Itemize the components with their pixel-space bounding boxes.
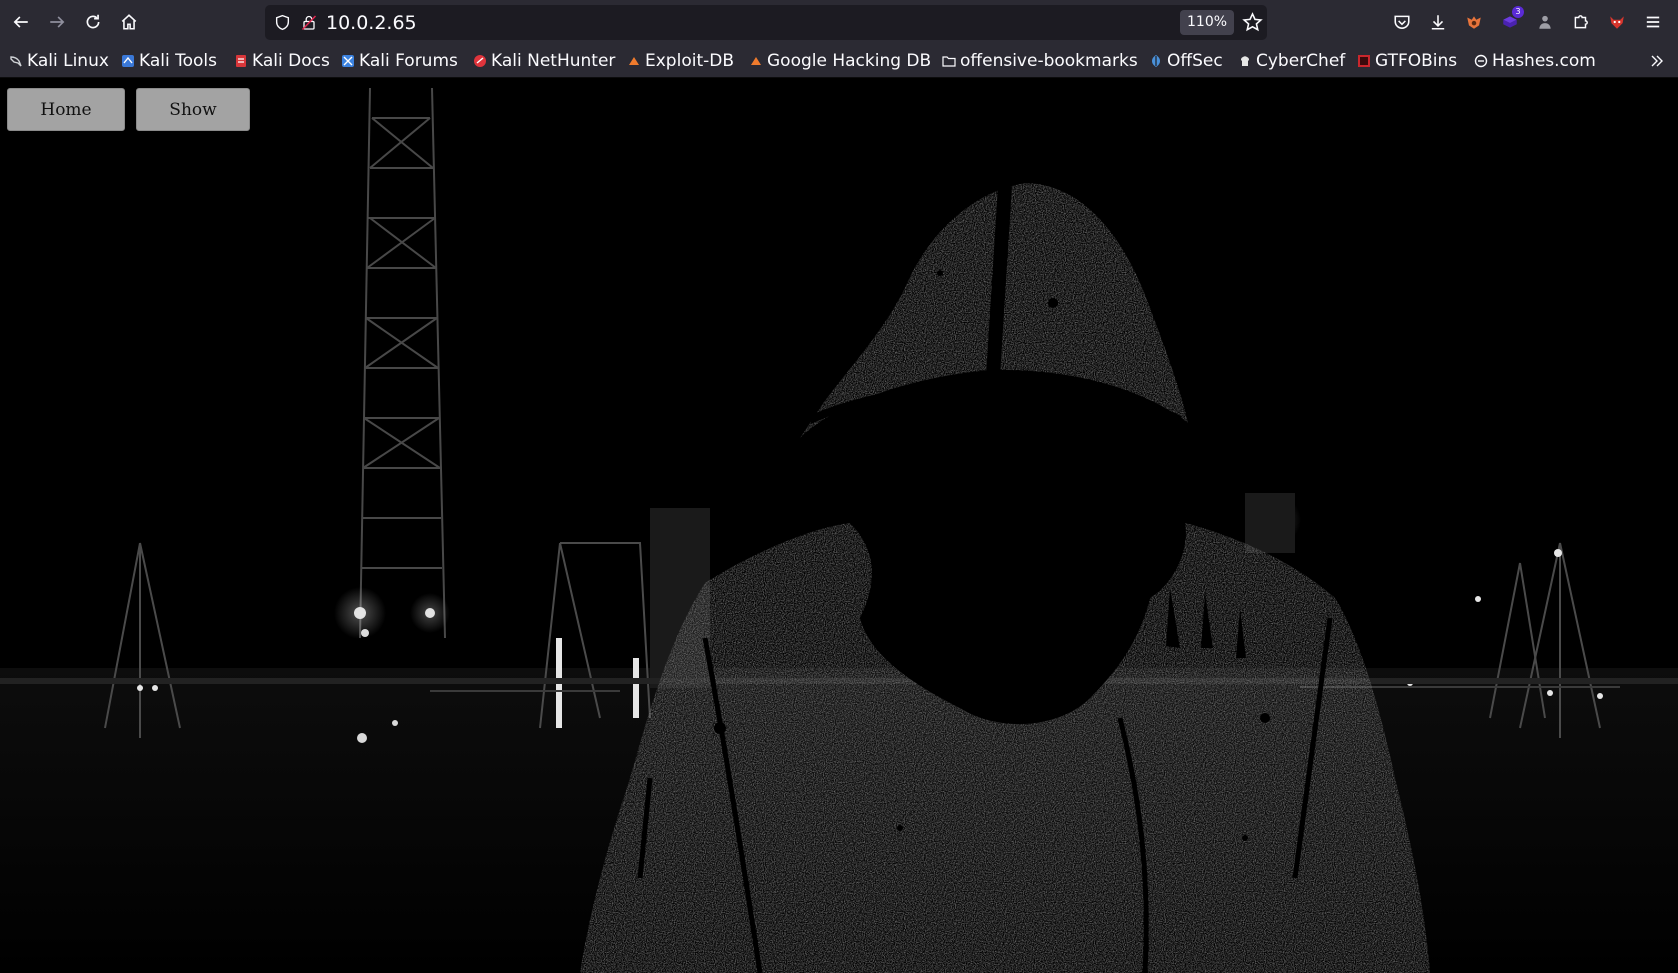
tracking-shield-icon[interactable] <box>274 14 291 31</box>
bookmark-label: Kali NetHunter <box>491 51 616 71</box>
bookmark-cyberchef[interactable]: CyberChef <box>1238 50 1345 72</box>
downloads-button[interactable] <box>1424 8 1452 36</box>
ghdb-icon <box>751 57 761 65</box>
download-icon <box>1431 15 1445 30</box>
kali-forums-icon <box>342 55 354 67</box>
extension-cookie-editor-button[interactable] <box>1603 8 1631 36</box>
bookmark-folder-offensive-bookmarks[interactable]: offensive-bookmarks <box>942 50 1138 72</box>
offsec-icon <box>1152 55 1160 67</box>
puzzle-person-icon <box>1539 15 1551 29</box>
foxyproxy-icon <box>1467 16 1481 29</box>
kali-dragon-icon <box>10 56 22 67</box>
extension-wappalyzer-button[interactable] <box>1531 8 1559 36</box>
bookmark-kali-docs[interactable]: Kali Docs <box>234 50 330 72</box>
bookmarks-overflow-button[interactable] <box>1649 50 1669 72</box>
bookmark-kali-forums[interactable]: Kali Forums <box>341 50 458 72</box>
bookmark-label: Hashes.com <box>1492 51 1596 71</box>
kali-docs-icon <box>236 55 246 67</box>
app-menu-button[interactable] <box>1639 8 1667 36</box>
bookmark-offsec[interactable]: OffSec <box>1149 50 1223 72</box>
url-text: 10.0.2.65 <box>326 12 417 34</box>
hamburger-menu-icon <box>1646 16 1660 28</box>
address-bar[interactable]: 10.0.2.65 110% <box>265 5 1267 40</box>
home-nav-button[interactable]: Home <box>7 88 125 131</box>
bookmark-hashes-com[interactable]: Hashes.com <box>1474 50 1596 72</box>
double-chevron-right-icon <box>1651 55 1663 67</box>
bookmark-label: Kali Forums <box>359 51 458 71</box>
background-hooded-figure-image <box>0 87 1678 973</box>
bookmark-label: Kali Linux <box>27 51 109 71</box>
home-icon <box>121 14 137 30</box>
extension-badge-count: 3 <box>1512 6 1524 18</box>
folder-icon <box>942 56 956 67</box>
cyberchef-icon <box>1240 56 1250 66</box>
bookmark-label: CyberChef <box>1256 51 1346 71</box>
pocket-icon <box>1394 15 1410 29</box>
bookmark-label: Kali Tools <box>139 51 217 71</box>
bookmarks-toolbar: Kali Linux Kali Tools Kali Docs Kali For… <box>0 45 1678 78</box>
zoom-level-badge[interactable]: 110% <box>1180 10 1235 35</box>
gtfobins-icon <box>1358 55 1370 67</box>
kali-tools-icon <box>122 55 134 67</box>
reload-button[interactable] <box>79 8 107 36</box>
extension-foxyproxy-button[interactable] <box>1460 8 1488 36</box>
hashes-icon <box>1474 54 1488 68</box>
bookmark-label: Kali Docs <box>252 51 330 71</box>
browser-toolbar: 10.0.2.65 110% 3 <box>0 0 1678 45</box>
extension-hack-tools-button[interactable]: 3 <box>1496 6 1524 36</box>
bookmark-label: OffSec <box>1167 51 1223 71</box>
bookmark-kali-linux[interactable]: Kali Linux <box>9 50 109 72</box>
bookmark-google-hacking-db[interactable]: Google Hacking DB <box>749 50 931 72</box>
back-arrow-icon <box>13 16 28 28</box>
bookmark-star-icon[interactable] <box>1242 12 1263 33</box>
bookmark-label: Google Hacking DB <box>767 51 932 71</box>
bookmark-label: Exploit-DB <box>645 51 734 71</box>
nethunter-icon <box>474 55 486 67</box>
web-page: Home Show <box>0 78 1678 973</box>
puzzle-icon <box>1574 15 1588 29</box>
forward-button[interactable] <box>43 8 71 36</box>
forward-arrow-icon <box>50 16 65 28</box>
lock-insecure-icon[interactable] <box>301 14 317 31</box>
home-button[interactable] <box>115 8 143 36</box>
back-button[interactable] <box>7 8 35 36</box>
bookmark-kali-tools[interactable]: Kali Tools <box>121 50 217 72</box>
fox-face-icon <box>1610 16 1624 29</box>
show-nav-button[interactable]: Show <box>136 88 250 131</box>
reload-icon <box>86 14 100 29</box>
bookmark-label: GTFOBins <box>1375 51 1458 71</box>
bookmark-gtfobins[interactable]: GTFOBins <box>1357 50 1457 72</box>
bookmark-exploit-db[interactable]: Exploit-DB <box>627 50 734 72</box>
bookmark-label: offensive-bookmarks <box>960 51 1138 71</box>
pocket-button[interactable] <box>1388 8 1416 36</box>
extensions-button[interactable] <box>1567 8 1595 36</box>
bookmark-kali-nethunter[interactable]: Kali NetHunter <box>473 50 615 72</box>
exploit-db-icon <box>629 57 639 65</box>
